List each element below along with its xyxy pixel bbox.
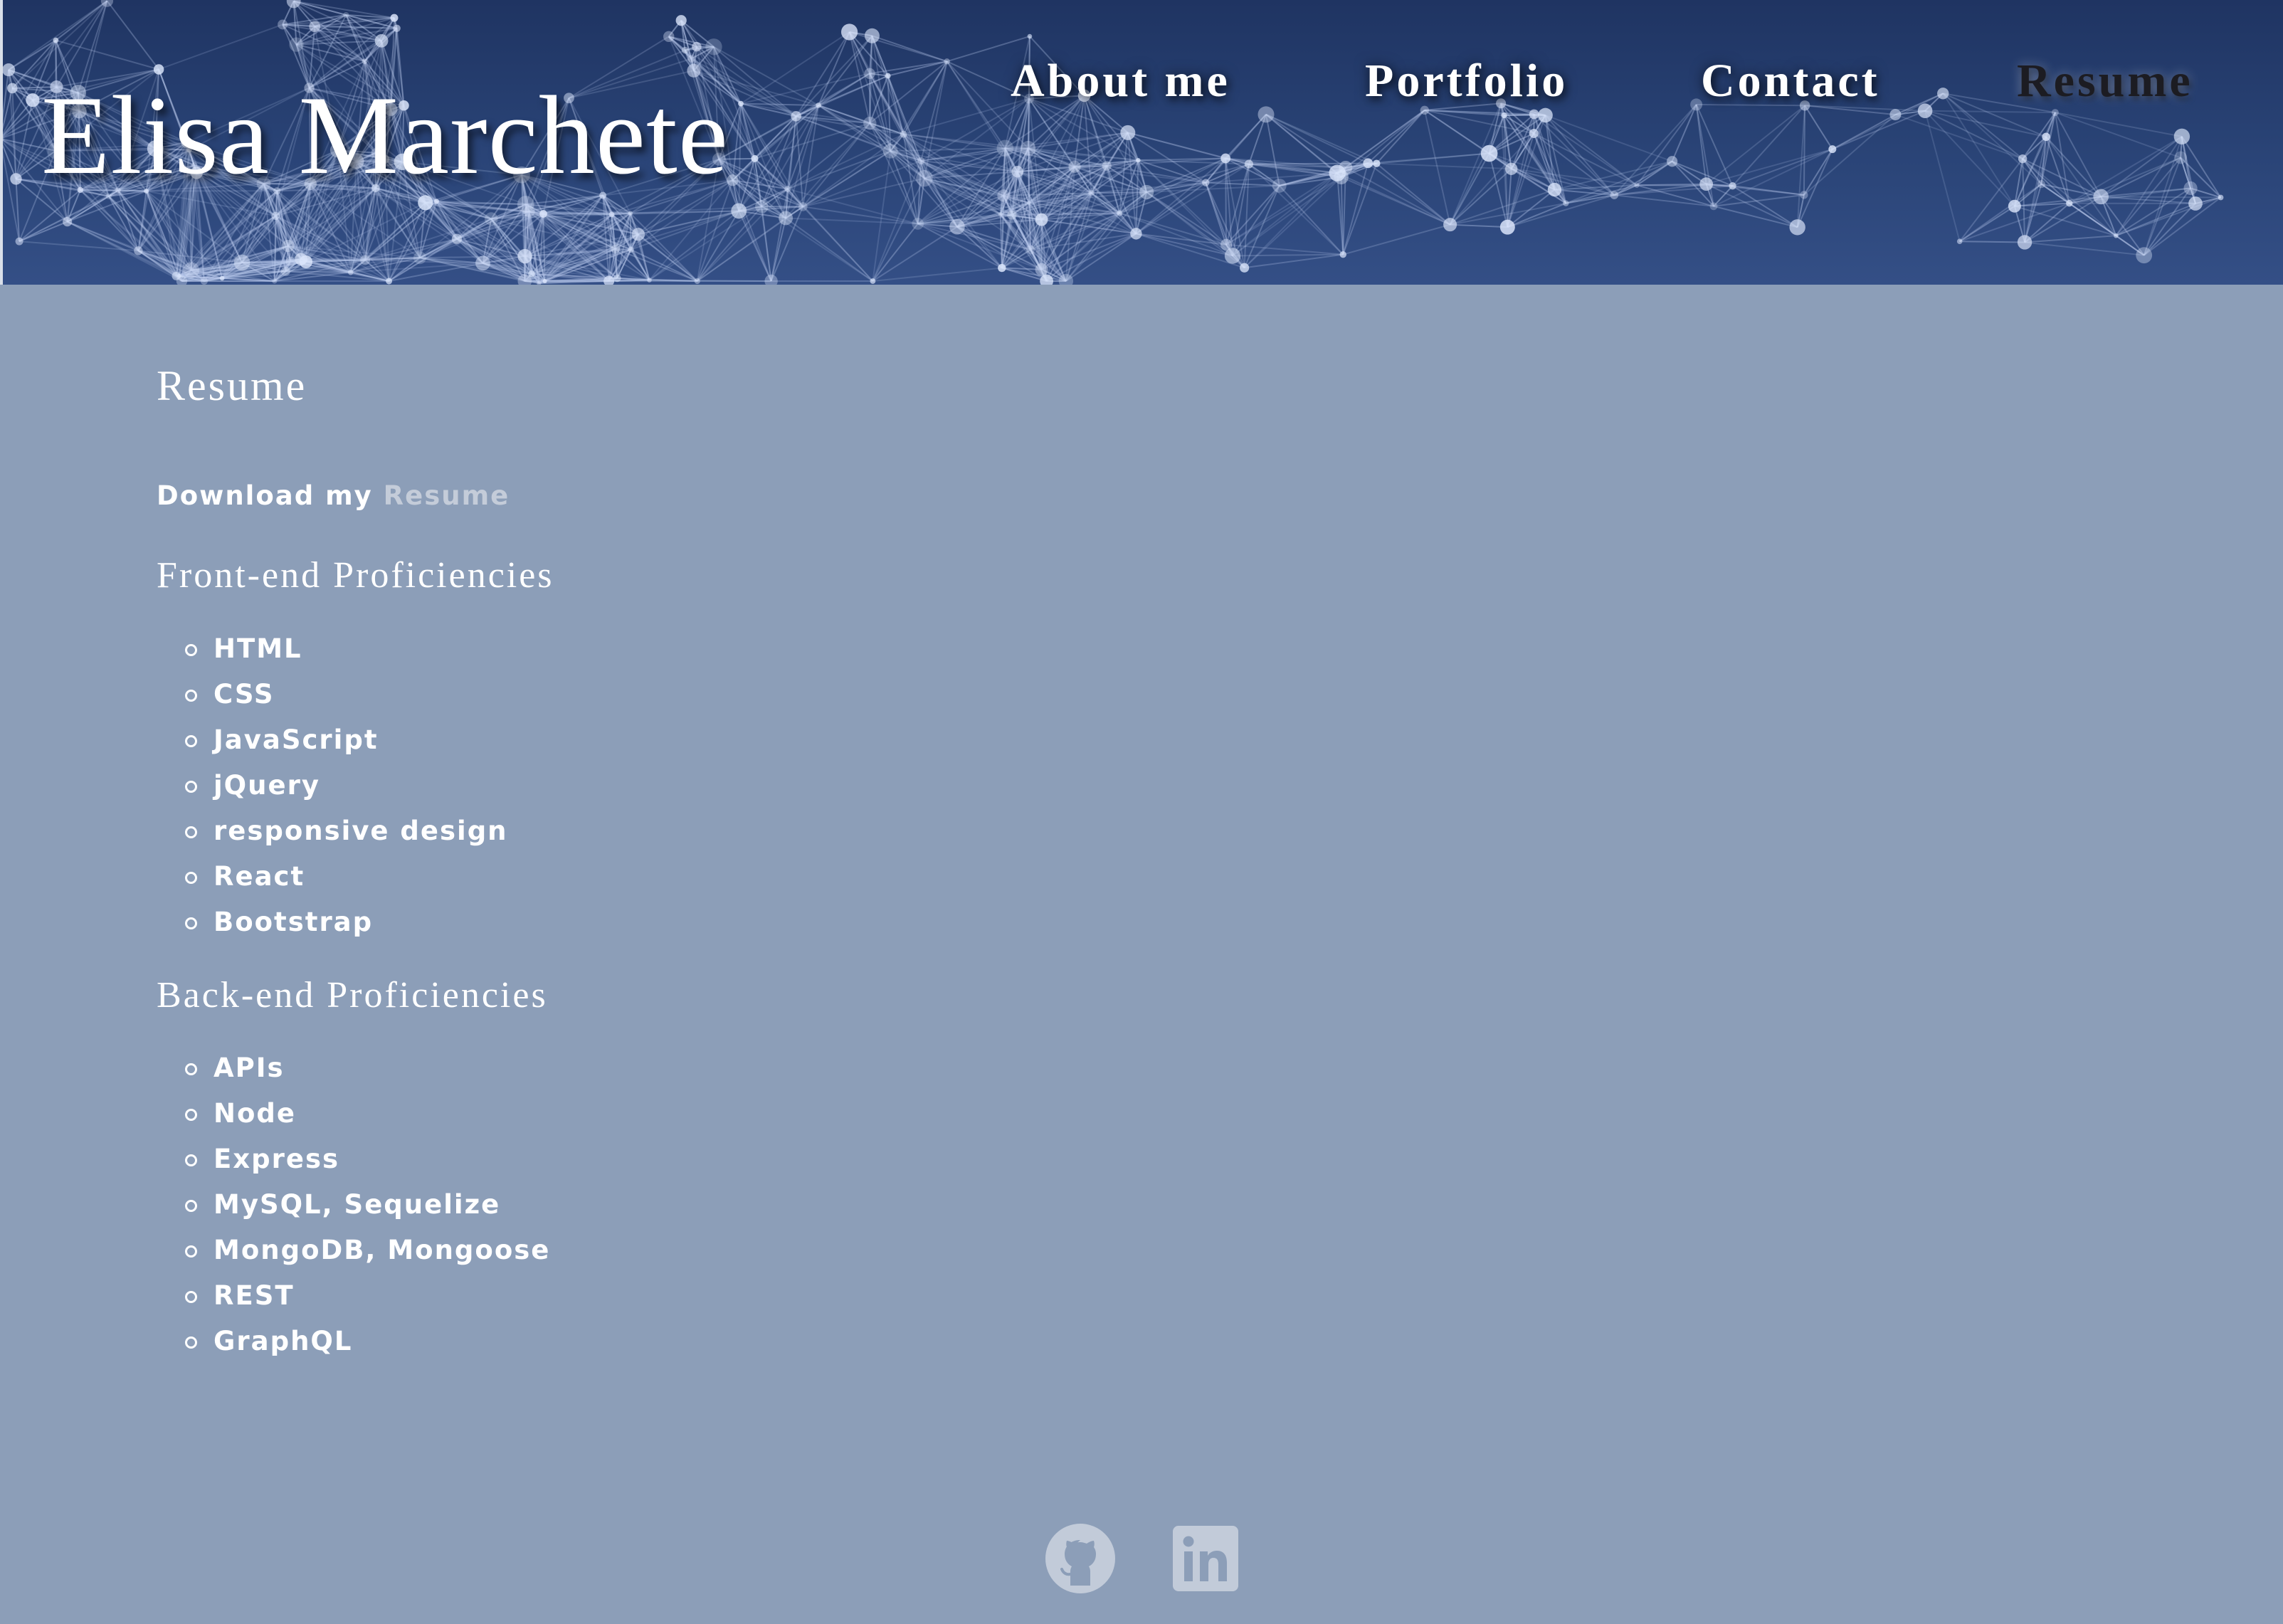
list-item: JavaScript <box>157 717 508 763</box>
site-footer <box>0 1516 2283 1601</box>
header-edge <box>0 0 3 285</box>
download-resume-link[interactable]: Resume <box>384 480 510 511</box>
list-item: GraphQL <box>157 1319 550 1364</box>
frontend-title: Front-end Proficiencies <box>157 555 554 596</box>
nav-contact[interactable]: Contact <box>1701 53 1880 110</box>
github-icon[interactable] <box>1045 1523 1116 1594</box>
list-item: jQuery <box>157 763 508 808</box>
backend-list: APIs Node Express MySQL, Sequelize Mongo… <box>157 1045 550 1364</box>
list-item: MongoDB, Mongoose <box>157 1228 550 1273</box>
site-header: Elisa Marchete About me Portfolio Contac… <box>0 0 2283 285</box>
list-item: Bootstrap <box>157 900 508 945</box>
list-item: HTML <box>157 626 508 672</box>
backend-title: Back-end Proficiencies <box>157 975 548 1016</box>
list-item: CSS <box>157 672 508 717</box>
list-item: Express <box>157 1137 550 1182</box>
list-item: Node <box>157 1091 550 1137</box>
frontend-list: HTML CSS JavaScript jQuery responsive de… <box>157 626 508 945</box>
nav-resume[interactable]: Resume <box>2017 53 2193 110</box>
list-item: REST <box>157 1273 550 1319</box>
download-prefix: Download my <box>157 480 373 511</box>
list-item: APIs <box>157 1045 550 1091</box>
list-item: MySQL, Sequelize <box>157 1182 550 1228</box>
nav-portfolio[interactable]: Portfolio <box>1365 53 1568 110</box>
list-item: React <box>157 854 508 900</box>
main-nav: About me Portfolio Contact Resume <box>0 53 2283 110</box>
page-title: Resume <box>157 362 307 409</box>
nav-about-me[interactable]: About me <box>1011 53 1230 110</box>
linkedin-icon[interactable] <box>1170 1523 1241 1594</box>
download-line: Download my Resume <box>157 483 510 509</box>
list-item: responsive design <box>157 808 508 854</box>
